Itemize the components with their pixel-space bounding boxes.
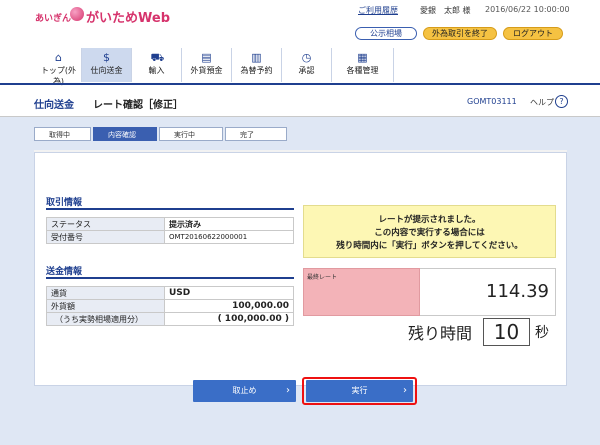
execute-button[interactable]: 実行 ›	[306, 380, 413, 402]
page-section: 仕向送金	[34, 100, 74, 111]
market-rate-portion-value: ( 100,000.00 )	[164, 312, 294, 326]
remit-info-title: 送金情報	[46, 267, 83, 277]
nav-item-remittance[interactable]: $ 仕向送金	[82, 48, 132, 82]
status-value: 提示済み	[164, 217, 294, 231]
step-executing: 実行中	[159, 127, 223, 141]
nav-divider	[0, 83, 600, 85]
trade-info-table: ステータス 提示済み 受付番号 OMT20160622000001	[46, 217, 294, 244]
step-acquiring: 取得中	[34, 127, 91, 141]
step-confirm: 内容確認	[93, 127, 157, 141]
cancel-button-label: 取止め	[232, 386, 257, 395]
remaining-time-label: 残り時間	[408, 324, 473, 343]
remaining-time-unit: 秒	[535, 325, 549, 341]
nav-label: 為替予約	[240, 66, 273, 75]
usage-history-link[interactable]: ご利用履歴	[358, 5, 398, 16]
amount-label: 外貨額	[46, 299, 165, 313]
current-datetime: 2016/06/22 10:00:00	[485, 5, 570, 14]
help-link[interactable]: ヘルプ	[530, 97, 554, 108]
nav-label: 外貨預金	[190, 66, 223, 75]
help-icon[interactable]: ?	[555, 95, 568, 108]
nav-item-deposit[interactable]: ▤ 外貨預金	[182, 48, 232, 82]
logout-button[interactable]: ログアウト	[503, 27, 563, 40]
cancel-button[interactable]: 取止め ›	[193, 380, 296, 402]
nav-item-management[interactable]: ▦ 各種管理	[332, 48, 394, 82]
notice-line: レートが提示されました。	[378, 215, 481, 225]
nav-label: 輸入	[148, 66, 165, 75]
notice-line: 残り時間内に「実行」ボタンを押してください。	[336, 241, 523, 251]
remaining-time-value: 10	[483, 318, 530, 346]
status-label: ステータス	[46, 217, 165, 231]
home-icon: ⌂	[55, 51, 62, 64]
currency-label: 通貨	[46, 286, 165, 300]
global-nav: ⌂ トップ(外為) $ 仕向送金 ⛟ 輸入 ▤ 外貨預金 ▥ 為替予約 ◷ 承認…	[36, 48, 436, 86]
step-complete: 完了	[225, 127, 287, 141]
nav-item-approval[interactable]: ◷ 承認	[282, 48, 332, 82]
screen-code: GOMT03111	[467, 97, 517, 106]
user-name: 愛銀 太郎 様	[420, 6, 471, 15]
nav-item-import[interactable]: ⛟ 輸入	[132, 48, 182, 82]
logo-small-text: あいぎん	[35, 14, 72, 24]
remittance-icon: $	[103, 51, 110, 64]
receipt-number-label: 受付番号	[46, 230, 165, 244]
table-row: （うち実勢相場適用分） ( 100,000.00 )	[46, 312, 294, 326]
receipt-number-value: OMT20160622000001	[164, 230, 294, 244]
table-row: 受付番号 OMT20160622000001	[46, 230, 294, 244]
approval-icon: ◷	[301, 51, 312, 64]
page-title: レート確認［修正］	[93, 100, 183, 111]
chevron-right-icon: ›	[286, 385, 290, 396]
public-rate-button[interactable]: 公示相場	[355, 27, 417, 40]
management-icon: ▦	[357, 51, 368, 64]
end-fx-button[interactable]: 外為取引を終了	[423, 27, 497, 40]
notice-line: この内容で実行する場合には	[374, 228, 485, 238]
logo-main-text[interactable]: がいためWeb	[86, 7, 170, 26]
amount-value: 100,000.00	[164, 299, 294, 313]
trade-info-underline	[46, 208, 294, 210]
remit-info-underline	[46, 277, 294, 279]
currency-value: USD	[164, 286, 294, 300]
execute-button-label: 実行	[351, 386, 368, 395]
trade-info-title: 取引情報	[46, 198, 83, 208]
forward-contract-icon: ▥	[251, 51, 262, 64]
final-rate-label: 最終レート	[303, 268, 420, 316]
deposit-icon: ▤	[201, 51, 212, 64]
table-row: ステータス 提示済み	[46, 217, 294, 231]
rate-notice: レートが提示されました。 この内容で実行する場合には 残り時間内に「実行」ボタン…	[303, 205, 556, 258]
logo-icon	[70, 7, 84, 21]
table-row: 通貨 USD	[46, 286, 294, 300]
market-rate-portion-label: （うち実勢相場適用分）	[46, 312, 165, 326]
chevron-right-icon: ›	[403, 385, 407, 396]
nav-label: 承認	[298, 66, 315, 75]
import-icon: ⛟	[150, 51, 165, 64]
nav-label: 仕向送金	[90, 66, 123, 75]
nav-item-forward[interactable]: ▥ 為替予約	[232, 48, 282, 82]
nav-item-top[interactable]: ⌂ トップ(外為)	[36, 48, 82, 86]
table-row: 外貨額 100,000.00	[46, 299, 294, 313]
remit-info-table: 通貨 USD 外貨額 100,000.00 （うち実勢相場適用分） ( 100,…	[46, 286, 294, 326]
final-rate-value: 114.39	[420, 268, 556, 316]
nav-label: 各種管理	[346, 66, 379, 75]
